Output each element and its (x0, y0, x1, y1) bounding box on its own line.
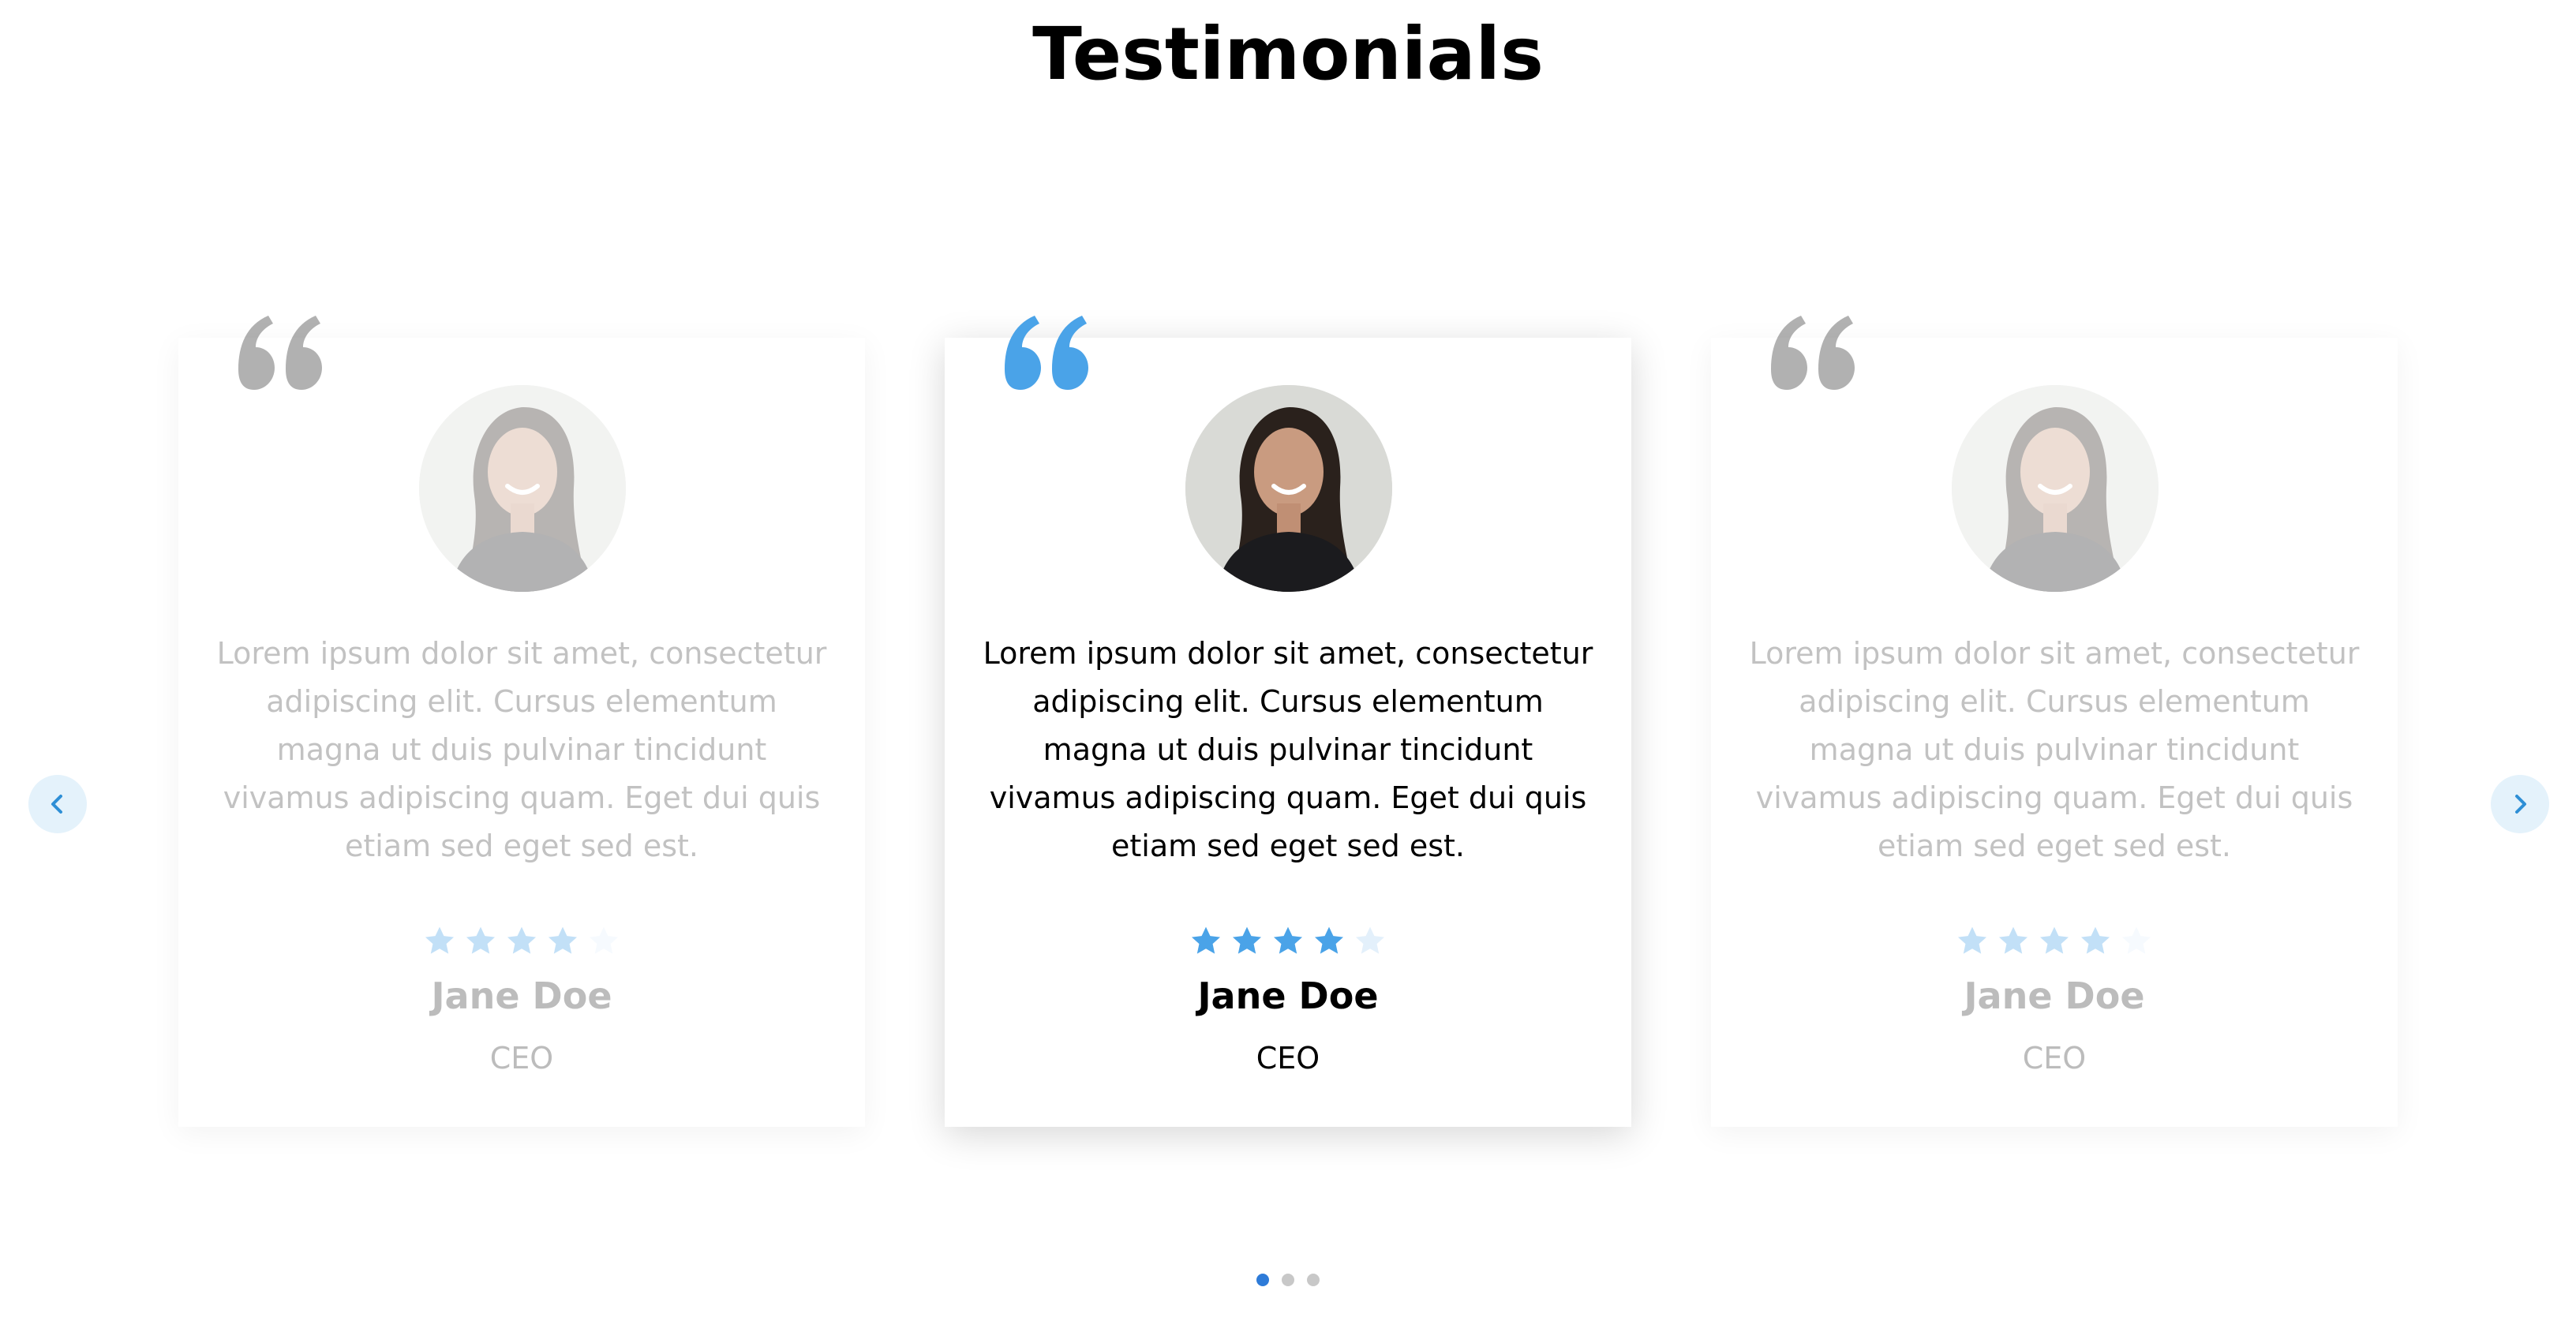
section-title: Testimonials (1032, 12, 1544, 96)
star-filled-icon (548, 926, 578, 954)
avatar (1952, 385, 2159, 592)
star-filled-icon (425, 926, 455, 954)
pagination-dot-2[interactable] (1282, 1274, 1294, 1286)
author-role: CEO (2022, 1041, 2087, 1076)
quote-mark-icon (1005, 316, 1088, 390)
testimonial-text: Lorem ipsum dolor sit amet, consectetur … (1749, 636, 2360, 863)
author-name: Jane Doe (431, 975, 612, 1017)
author-name: Jane Doe (1197, 975, 1379, 1017)
carousel-prev-button[interactable] (28, 775, 87, 833)
testimonial-card-3: Lorem ipsum dolor sit amet, consectetur … (1711, 316, 2398, 1127)
star-filled-icon (1273, 926, 1303, 954)
author-name: Jane Doe (1964, 975, 2145, 1017)
star-filled-icon (1998, 926, 2028, 954)
author-role: CEO (1256, 1041, 1320, 1076)
star-empty-icon (589, 926, 619, 954)
testimonial-text: Lorem ipsum dolor sit amet, consectetur … (216, 636, 827, 863)
person-portrait-image (1185, 385, 1392, 592)
testimonial-card-2: Lorem ipsum dolor sit amet, consectetur … (945, 316, 1631, 1127)
testimonial-card-1: Lorem ipsum dolor sit amet, consectetur … (178, 316, 865, 1127)
star-filled-icon (2039, 926, 2069, 954)
avatar (419, 385, 626, 592)
chevron-left-icon (51, 795, 62, 814)
star-filled-icon (2080, 926, 2110, 954)
star-filled-icon (1314, 926, 1344, 954)
pagination-dot-1[interactable] (1256, 1274, 1269, 1286)
star-filled-icon (1232, 926, 1262, 954)
star-filled-icon (1191, 926, 1221, 954)
star-filled-icon (1957, 926, 1987, 954)
testimonial-text: Lorem ipsum dolor sit amet, consectetur … (983, 636, 1593, 863)
pagination-dot-3[interactable] (1307, 1274, 1320, 1286)
quote-mark-icon (1771, 316, 1855, 390)
star-rating (945, 925, 1631, 958)
star-empty-icon (2121, 926, 2151, 954)
chevron-right-icon (2515, 795, 2526, 814)
avatar (1185, 385, 1392, 592)
testimonials-section: Testimonials Lorem ipsum dolor sit amet,… (0, 0, 2576, 1332)
author-role: CEO (489, 1041, 554, 1076)
star-rating (1711, 925, 2398, 958)
carousel-next-button[interactable] (2491, 775, 2549, 833)
quote-mark-icon (238, 316, 322, 390)
carousel-pagination (0, 1274, 2576, 1286)
star-filled-icon (507, 926, 537, 954)
star-filled-icon (466, 926, 496, 954)
person-portrait-image (1952, 385, 2159, 592)
star-empty-icon (1355, 926, 1385, 954)
star-rating (178, 925, 865, 958)
person-portrait-image (419, 385, 626, 592)
